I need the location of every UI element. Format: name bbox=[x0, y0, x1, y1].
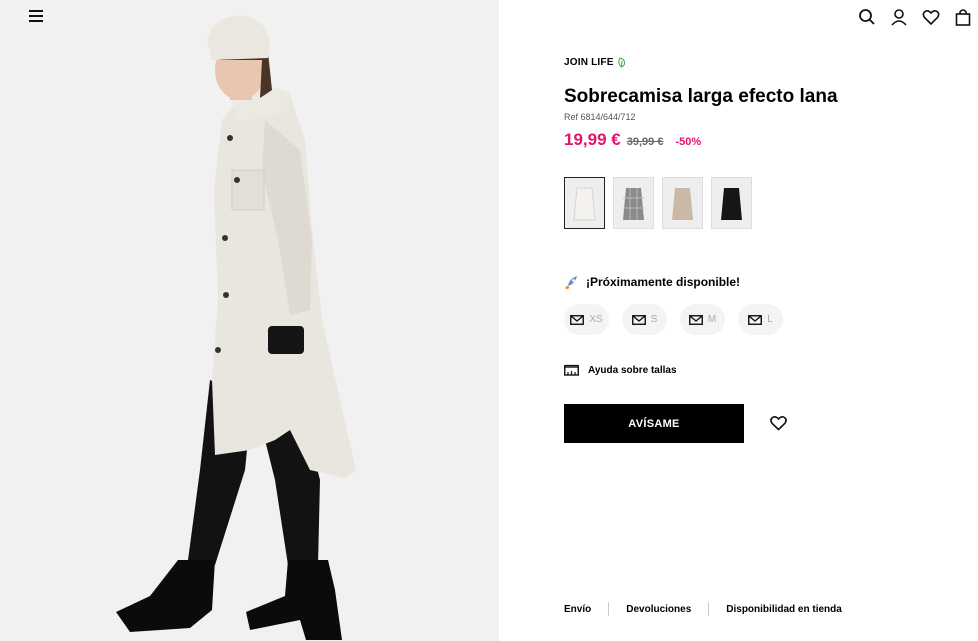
header-icons bbox=[858, 8, 972, 26]
user-icon[interactable] bbox=[890, 8, 908, 26]
size-label: XS bbox=[589, 314, 603, 325]
product-image bbox=[0, 0, 499, 641]
size-option-s[interactable]: S bbox=[622, 304, 667, 335]
swatch-grey-check[interactable] bbox=[613, 177, 654, 229]
current-price: 19,99 € bbox=[564, 130, 621, 149]
discount-badge: -50% bbox=[675, 136, 702, 148]
old-price: 39,99 € bbox=[626, 136, 664, 148]
shipping-link[interactable]: Envío bbox=[564, 604, 591, 615]
join-life-badge: JOIN LIFE bbox=[564, 57, 626, 68]
product-ref: Ref 6814/644/712 bbox=[564, 112, 636, 122]
mail-icon bbox=[748, 314, 763, 325]
availability-status: ¡Próximamente disponible! bbox=[564, 274, 740, 290]
heart-icon[interactable] bbox=[922, 8, 940, 26]
swatch-white[interactable] bbox=[564, 177, 605, 229]
size-label: M bbox=[707, 314, 717, 325]
size-guide-label: Ayuda sobre tallas bbox=[588, 364, 677, 376]
divider bbox=[708, 602, 710, 616]
join-life-label: JOIN LIFE bbox=[564, 57, 614, 68]
size-label: L bbox=[767, 314, 773, 325]
mail-icon bbox=[570, 314, 585, 325]
store-availability-link[interactable]: Disponibilidad en tienda bbox=[726, 604, 842, 615]
ruler-icon bbox=[564, 364, 579, 376]
price-block: 19,99 € 39,99 € -50% bbox=[564, 130, 701, 150]
returns-link[interactable]: Devoluciones bbox=[626, 604, 691, 615]
product-page: JOIN LIFE Sobrecamisa larga efecto lana … bbox=[0, 0, 978, 641]
availability-text: ¡Próximamente disponible! bbox=[586, 275, 741, 289]
mail-icon bbox=[631, 314, 646, 325]
size-option-xs[interactable]: XS bbox=[564, 304, 609, 335]
size-guide-link[interactable]: Ayuda sobre tallas bbox=[564, 364, 677, 376]
rocket-icon bbox=[564, 276, 577, 290]
notify-me-button[interactable]: AVÍSAME bbox=[564, 404, 744, 443]
size-option-m[interactable]: M bbox=[680, 304, 725, 335]
mail-icon bbox=[688, 314, 703, 325]
bag-icon[interactable] bbox=[954, 8, 972, 26]
size-selector: XS S M L bbox=[564, 304, 783, 335]
hamburger-menu-icon[interactable] bbox=[29, 10, 43, 22]
model-photo bbox=[0, 0, 499, 641]
wishlist-heart-icon[interactable] bbox=[770, 415, 787, 431]
leaf-icon bbox=[617, 57, 625, 68]
size-label: S bbox=[650, 314, 658, 325]
swatch-black[interactable] bbox=[711, 177, 752, 229]
divider bbox=[608, 602, 610, 616]
size-option-l[interactable]: L bbox=[738, 304, 783, 335]
swatch-beige[interactable] bbox=[662, 177, 703, 229]
search-icon[interactable] bbox=[858, 8, 876, 26]
footer-links: Envío Devoluciones Disponibilidad en tie… bbox=[564, 602, 842, 616]
product-title: Sobrecamisa larga efecto lana bbox=[564, 86, 838, 107]
color-swatches bbox=[564, 177, 752, 229]
